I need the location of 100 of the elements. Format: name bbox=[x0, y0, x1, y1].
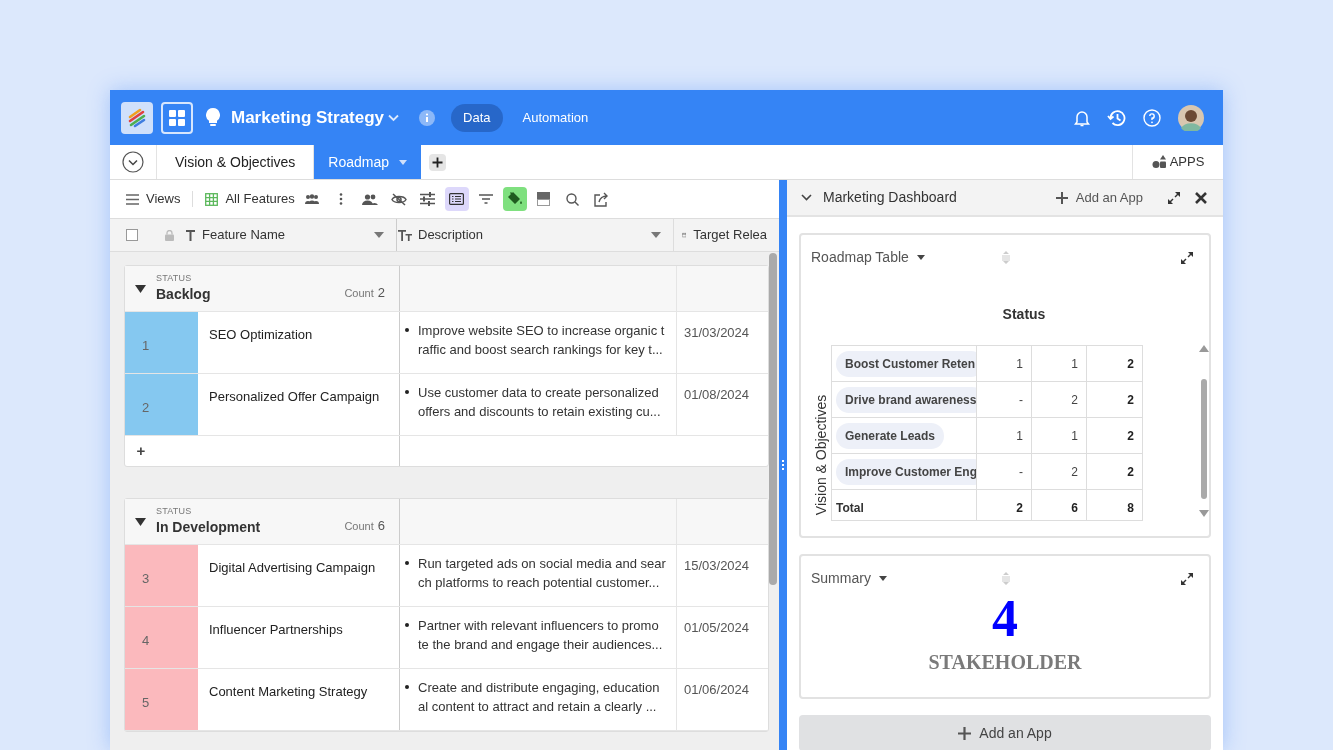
view-selector[interactable]: All Features bbox=[205, 189, 295, 209]
group-count: Count 2 bbox=[344, 283, 385, 302]
group-count: Count 6 bbox=[344, 516, 385, 535]
summary-label: STAKEHOLDER bbox=[928, 650, 1082, 675]
expand-icon[interactable] bbox=[1181, 572, 1193, 585]
row-number: 1 bbox=[125, 312, 198, 373]
table-cell-text: Improve website SEO to increase organic t raffic and boost search rankings for key t... bbox=[418, 322, 665, 359]
table-cell-text: 1 bbox=[1016, 355, 1023, 373]
expand-icon[interactable] bbox=[1168, 191, 1180, 204]
table-cell-text: 2 bbox=[1127, 391, 1134, 409]
text-field-icon bbox=[398, 229, 412, 241]
text-field-icon bbox=[186, 229, 195, 241]
table-cell: 01/05/2024 bbox=[684, 620, 750, 635]
close-icon[interactable] bbox=[1195, 191, 1207, 204]
category-tag: Boost Customer Reten bbox=[836, 350, 976, 377]
scroll-up-icon[interactable] bbox=[1199, 345, 1209, 352]
table-cell-text: 2 bbox=[1071, 391, 1078, 409]
views-button[interactable]: Views bbox=[126, 189, 181, 209]
table-grid-icon bbox=[205, 192, 219, 206]
project-title: Marketing Strategy bbox=[231, 106, 385, 129]
group-field-label: STATUS bbox=[156, 505, 193, 517]
table-cell-text: - bbox=[1019, 463, 1023, 481]
grid-icon bbox=[168, 108, 186, 127]
add-app-button[interactable]: Add an App bbox=[1055, 187, 1143, 208]
table-cell-text: 8 bbox=[1127, 499, 1134, 517]
caret-icon bbox=[916, 255, 925, 260]
table-cell-text: 2 bbox=[1016, 499, 1023, 517]
row-number: 4 bbox=[125, 607, 198, 668]
lock-icon bbox=[165, 229, 174, 241]
user-avatar[interactable] bbox=[1178, 104, 1204, 131]
table-cell-text: 1 bbox=[1016, 427, 1023, 445]
table-cell-text: 2 bbox=[1071, 463, 1078, 481]
column-header[interactable]: Description bbox=[418, 225, 484, 245]
help-icon[interactable] bbox=[1143, 108, 1161, 127]
expand-icon[interactable] bbox=[1181, 251, 1193, 264]
dashboard-title: Marketing Dashboard bbox=[823, 188, 957, 207]
row-number: 3 bbox=[125, 545, 198, 606]
caret-icon[interactable] bbox=[399, 159, 408, 165]
collapse-caret-icon[interactable] bbox=[135, 517, 146, 526]
table-cell: 01/08/2024 bbox=[684, 387, 750, 402]
list-view-icon[interactable] bbox=[444, 187, 469, 211]
shapes-icon bbox=[1151, 155, 1167, 169]
row-number: 2 bbox=[125, 374, 198, 435]
table-cell-text: - bbox=[1019, 391, 1023, 409]
group-title: Backlog bbox=[156, 284, 211, 304]
bullet-icon bbox=[405, 390, 409, 394]
nav-tab[interactable]: Automation bbox=[510, 103, 601, 132]
category-tag: Generate Leads bbox=[836, 422, 945, 449]
add-app-button[interactable]: Add an App bbox=[799, 715, 1211, 750]
bullet-icon bbox=[405, 561, 409, 565]
app-logo[interactable] bbox=[121, 101, 153, 134]
chevron-down-icon[interactable] bbox=[801, 194, 812, 201]
pivot-row-title: Vision & Objectives bbox=[811, 394, 830, 516]
category-tag: Improve Customer Eng bbox=[836, 458, 976, 485]
table-cell: Digital Advertising Campaign bbox=[209, 560, 376, 575]
table-cell: SEO Optimization bbox=[209, 327, 313, 342]
column-header[interactable]: Feature Name bbox=[202, 225, 286, 245]
card-title-dropdown[interactable]: Roadmap Table bbox=[811, 247, 925, 268]
add-tab-button[interactable] bbox=[429, 153, 447, 171]
column-header[interactable]: Target Relea bbox=[693, 225, 767, 245]
drag-handle-icon[interactable] bbox=[1000, 572, 1011, 585]
apps-button[interactable]: APPS bbox=[1132, 145, 1223, 179]
table-cell-text: 2 bbox=[1127, 463, 1134, 481]
dropdown-caret-icon[interactable] bbox=[374, 232, 384, 238]
table-cell-text: 2 bbox=[1127, 355, 1134, 373]
vertical-scrollbar[interactable] bbox=[769, 253, 777, 585]
card-title-dropdown[interactable]: Summary bbox=[811, 568, 887, 589]
plus-icon bbox=[958, 726, 972, 740]
table-tab[interactable]: Roadmap bbox=[314, 145, 422, 179]
info-icon[interactable] bbox=[419, 109, 436, 126]
pivot-scrollbar[interactable] bbox=[1199, 345, 1209, 517]
table-cell-text: 1 bbox=[1071, 355, 1078, 373]
bullet-icon bbox=[405, 328, 409, 332]
scroll-down-icon[interactable] bbox=[1199, 510, 1209, 517]
row-number: 5 bbox=[125, 669, 198, 730]
table-cell: Personalized Offer Campaign bbox=[209, 389, 380, 404]
menu-icon bbox=[126, 193, 139, 205]
table-cell-text: Use customer data to create personalized offers and discounts to retain existing cu... bbox=[418, 384, 661, 421]
table-cell: Content Marketing Strategy bbox=[209, 684, 368, 699]
caret-icon bbox=[878, 576, 887, 581]
summary-value: 4 bbox=[992, 591, 1018, 647]
table-cell-text: 2 bbox=[1127, 427, 1134, 445]
pivot-column-title: Status bbox=[1002, 305, 1046, 324]
history-icon[interactable] bbox=[1107, 108, 1126, 127]
nav-tab[interactable]: Data bbox=[451, 103, 503, 132]
drag-handle-icon[interactable] bbox=[1000, 251, 1011, 264]
table-cell-text: 1 bbox=[1071, 427, 1078, 445]
bullet-icon bbox=[405, 685, 409, 689]
bell-icon[interactable] bbox=[1074, 108, 1090, 127]
collapse-caret-icon[interactable] bbox=[135, 284, 146, 293]
total-label: Total bbox=[836, 499, 864, 517]
apps-grid-button[interactable] bbox=[161, 101, 193, 134]
table-cell: Influencer Partnerships bbox=[209, 622, 343, 637]
table-cell-text: Run targeted ads on social media and sear ch platforms to reach potential customer... bbox=[418, 555, 666, 592]
dropdown-caret-icon[interactable] bbox=[651, 232, 661, 238]
select-all-checkbox[interactable] bbox=[126, 229, 138, 241]
add-row-button[interactable]: + bbox=[125, 436, 157, 466]
collapse-toggle-icon[interactable] bbox=[122, 151, 144, 173]
group-field-label: STATUS bbox=[156, 272, 193, 284]
table-cell-text: 6 bbox=[1071, 499, 1078, 517]
